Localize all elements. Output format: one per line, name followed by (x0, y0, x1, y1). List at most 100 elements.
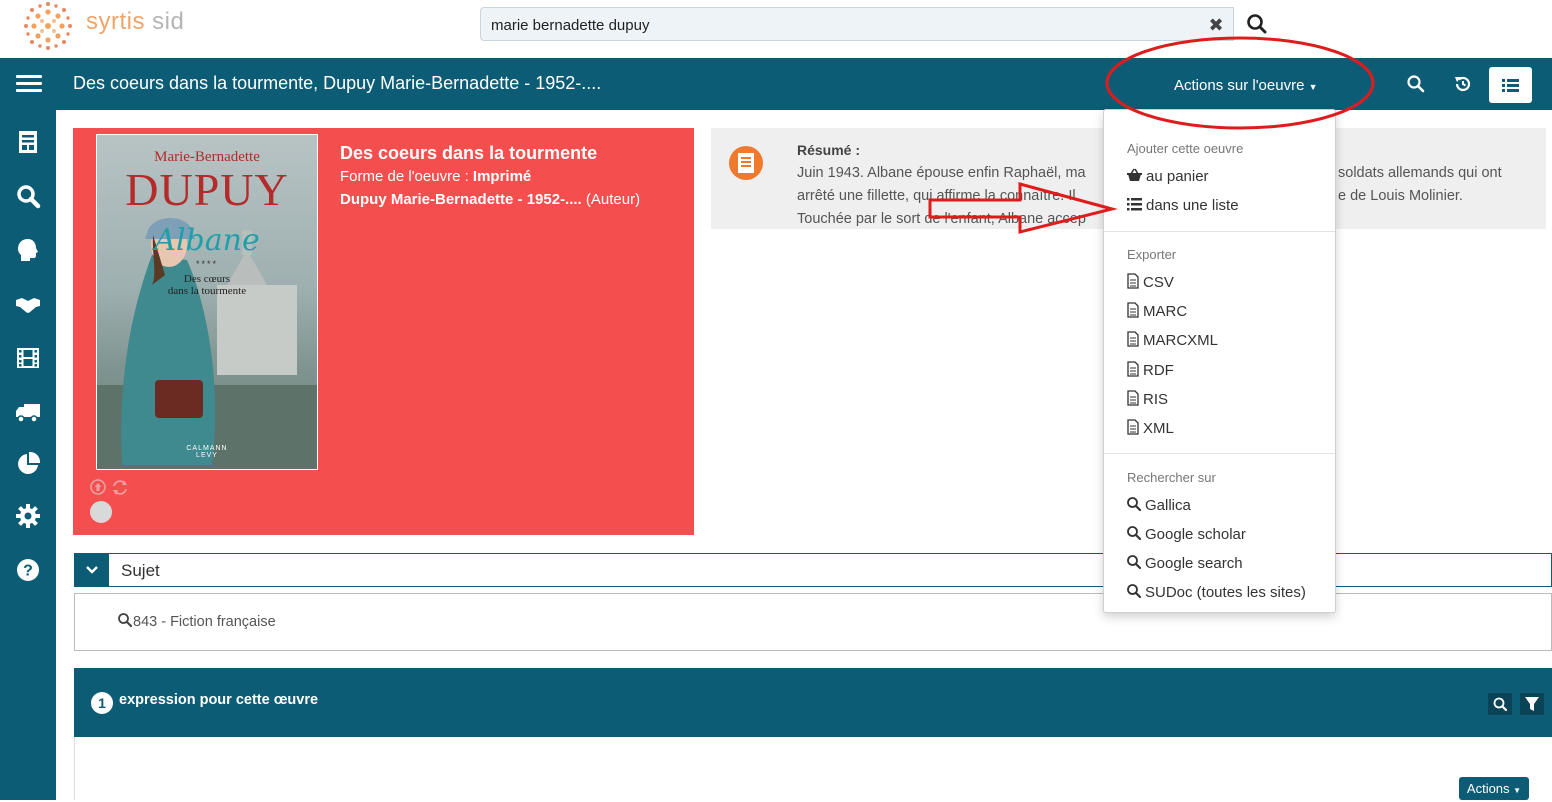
chevron-down-icon (86, 566, 98, 574)
menu-item-search-google[interactable]: Google search (1126, 554, 1243, 572)
work-actions-dropdown[interactable]: Actions sur l'oeuvre ▼ (1174, 77, 1318, 94)
menu-item-search-gallica[interactable]: Gallica (1126, 496, 1191, 514)
catalogue-icon[interactable] (14, 128, 42, 156)
expressions-body: Actions ▼ (74, 737, 1552, 800)
pie-chart-icon[interactable] (14, 450, 42, 478)
menu-item-label: MARCXML (1143, 332, 1219, 349)
search-icon (1127, 555, 1142, 570)
work-card: Marie-Bernadette DUPUY Albane **** Des c… (73, 128, 694, 535)
menu-item-export-marcxml[interactable]: MARCXML (1126, 331, 1218, 349)
menu-item-label: Google search (1145, 555, 1243, 572)
menu-item-label: au panier (1146, 168, 1209, 185)
status-dot (90, 501, 112, 523)
sunburst-logo-icon[interactable] (18, 0, 78, 52)
list-icon (1502, 79, 1519, 92)
menu-item-search-sudoc[interactable]: SUDoc (toutes les sites) (1126, 583, 1306, 601)
menu-item-label: MARC (1143, 303, 1188, 320)
file-icon (1127, 331, 1139, 347)
summary-line-2a: arrêté une fillette, qui affirme la conn… (797, 188, 1076, 204)
file-icon (1127, 273, 1139, 289)
top-bar: syrtis sid ✖ (0, 0, 1552, 58)
menu-item-export-csv[interactable]: CSV (1126, 273, 1174, 291)
file-icon (1127, 390, 1139, 406)
cover-subtitle: Des cœurs dans la tourmente (97, 273, 317, 297)
basket-icon (1127, 168, 1142, 181)
caret-down-icon: ▼ (1308, 82, 1318, 92)
subject-link[interactable]: 843 - Fiction française (117, 612, 276, 630)
search-icon (1493, 697, 1508, 712)
search-icon (1127, 497, 1142, 512)
menu-item-search-google-scholar[interactable]: Google scholar (1126, 525, 1246, 543)
collapse-toggle[interactable] (75, 554, 109, 586)
menu-item-export-ris[interactable]: RIS (1126, 390, 1168, 408)
work-author: Dupuy Marie-Bernadette - 1952-.... (Aute… (340, 191, 640, 208)
document-icon (729, 146, 763, 180)
upload-icon[interactable] (90, 479, 106, 495)
work-author-role: (Auteur) (581, 191, 641, 208)
subject-item-label: 843 - Fiction française (133, 614, 276, 630)
menu-item-label: XML (1143, 420, 1174, 437)
search-icon (1127, 584, 1142, 599)
work-author-link[interactable]: Dupuy Marie-Bernadette - 1952-.... (340, 191, 582, 208)
brand-name[interactable]: syrtis sid (86, 8, 184, 36)
menu-item-add-basket[interactable]: au panier (1126, 167, 1209, 185)
search-icon[interactable] (14, 182, 42, 210)
history-icon[interactable] (1451, 72, 1475, 96)
expressions-filter-button[interactable] (1520, 693, 1544, 715)
film-icon[interactable] (14, 344, 42, 372)
close-icon: ✖ (1208, 15, 1224, 35)
gear-icon[interactable] (14, 502, 42, 530)
menu-item-label: RIS (1143, 391, 1169, 408)
hamburger-menu-icon[interactable] (16, 75, 42, 93)
clear-search-button[interactable]: ✖ (1205, 14, 1227, 36)
cover-publisher-line2: LEVY (196, 452, 218, 459)
caret-down-icon: ▼ (1513, 786, 1522, 795)
subject-label: Sujet (121, 561, 160, 580)
summary-label: Résumé : (797, 142, 861, 158)
work-form-label: Forme de l'oeuvre : (340, 168, 473, 185)
menu-header-export: Exporter (1127, 247, 1177, 262)
search-icon[interactable] (1404, 72, 1428, 96)
page-title: Des coeurs dans la tourmente, Dupuy Mari… (73, 73, 602, 93)
menu-item-export-rdf[interactable]: RDF (1126, 361, 1174, 379)
truck-icon[interactable] (14, 398, 42, 426)
search-input[interactable] (491, 12, 1191, 38)
menu-item-export-xml[interactable]: XML (1126, 419, 1174, 437)
menu-item-label: CSV (1143, 274, 1174, 291)
cover-publisher-line1: CALMANN (186, 445, 228, 452)
search-icon (118, 613, 133, 628)
head-icon[interactable] (14, 236, 42, 264)
title-bar: Des coeurs dans la tourmente, Dupuy Mari… (0, 58, 1552, 110)
summary-line-1b: soldats allemands qui ont (1338, 165, 1502, 181)
cover-subtitle-line2: dans la tourmente (167, 285, 247, 297)
menu-divider (1104, 453, 1335, 454)
handshake-icon[interactable] (14, 290, 42, 318)
menu-item-label: Gallica (1145, 497, 1191, 514)
search-button[interactable] (1233, 7, 1280, 41)
expressions-header: 1 expression pour cette œuvre (74, 668, 1552, 737)
summary-line-1a: Juin 1943. Albane épouse enfin Raphaël, … (797, 165, 1086, 181)
cover-author-name: DUPUY (125, 164, 289, 215)
menu-item-add-list[interactable]: dans une liste (1126, 196, 1239, 214)
help-icon[interactable]: ? (14, 556, 42, 584)
menu-item-export-marc[interactable]: MARC (1126, 302, 1187, 320)
filter-icon (1525, 697, 1539, 711)
summary-line-2b: e de Louis Molinier. (1338, 188, 1463, 204)
menu-header-search: Rechercher sur (1127, 470, 1216, 485)
file-icon (1127, 302, 1139, 318)
brand-part1: syrtis (86, 8, 145, 35)
menu-item-label: Google scholar (1145, 526, 1246, 543)
cover-series: Albane (154, 223, 260, 258)
expressions-search-button[interactable] (1488, 693, 1512, 715)
expressions-count-badge: 1 (91, 692, 113, 714)
list-view-button[interactable] (1489, 67, 1532, 103)
cover-subtitle-line1: Des cœurs (183, 273, 231, 285)
svg-text:?: ? (23, 563, 33, 580)
expressions-actions-button[interactable]: Actions ▼ (1459, 777, 1529, 800)
refresh-icon[interactable] (113, 480, 127, 495)
book-cover[interactable]: Marie-Bernadette DUPUY Albane **** Des c… (96, 134, 318, 470)
cover-tools (90, 479, 127, 495)
menu-item-label: SUDoc (toutes les sites) (1145, 584, 1306, 601)
summary-line-3-text: Touchée par le sort de l'enfant, Albane … (797, 211, 1086, 227)
sidebar: ? (0, 110, 56, 800)
